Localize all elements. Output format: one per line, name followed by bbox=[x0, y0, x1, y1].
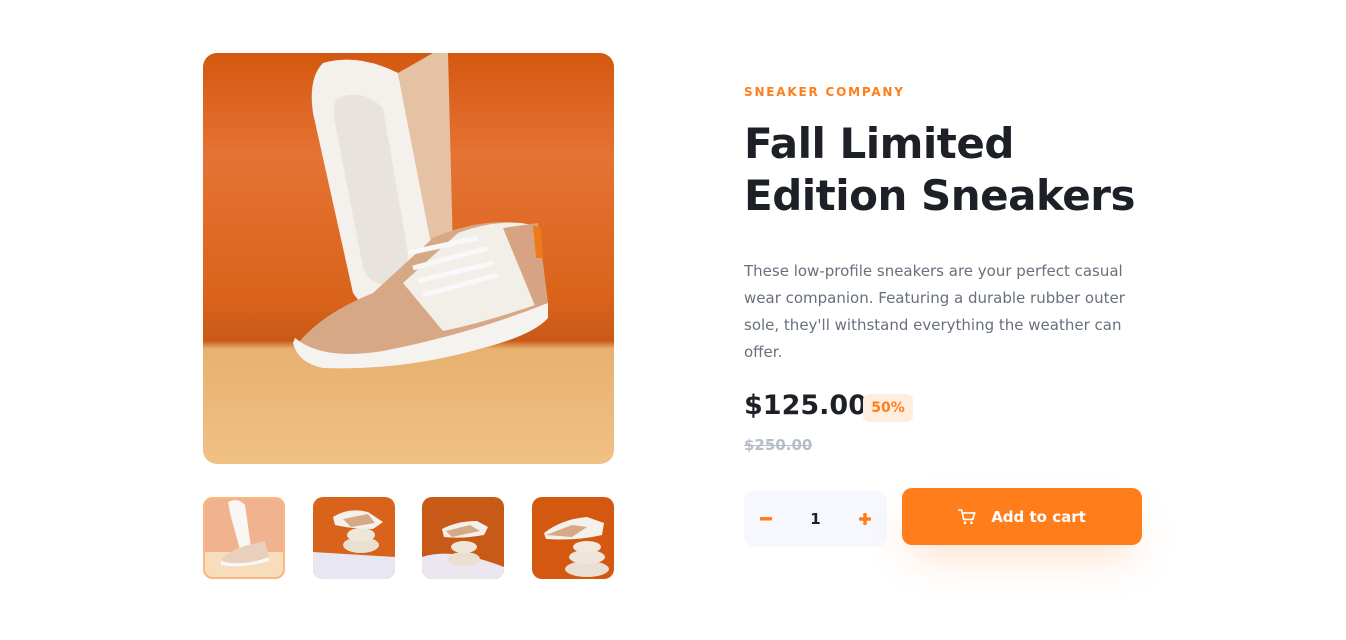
increase-quantity-button[interactable] bbox=[843, 491, 887, 547]
sneaker-image bbox=[293, 53, 548, 369]
original-price: $250.00 bbox=[744, 436, 813, 454]
thumbnail-3[interactable] bbox=[422, 497, 504, 579]
product-title: Fall Limited Edition Sneakers bbox=[744, 119, 1135, 220]
minus-icon bbox=[760, 517, 772, 521]
current-price: $125.00 bbox=[744, 390, 867, 421]
add-to-cart-label: Add to cart bbox=[991, 507, 1086, 526]
thumbnail-gallery bbox=[203, 497, 614, 579]
main-product-image[interactable] bbox=[203, 53, 614, 464]
discount-badge: 50% bbox=[863, 394, 913, 422]
quantity-stepper: 1 bbox=[744, 491, 887, 547]
cart-icon bbox=[958, 508, 976, 524]
decrease-quantity-button[interactable] bbox=[744, 491, 788, 547]
add-to-cart-button[interactable]: Add to cart bbox=[902, 488, 1142, 545]
plus-icon bbox=[859, 513, 871, 525]
thumbnail-2[interactable] bbox=[313, 497, 395, 579]
company-name: SNEAKER COMPANY bbox=[744, 85, 905, 99]
quantity-value[interactable]: 1 bbox=[788, 491, 843, 547]
thumbnail-1[interactable] bbox=[203, 497, 285, 579]
product-description: These low-profile sneakers are your perf… bbox=[744, 262, 1125, 361]
thumbnail-4[interactable] bbox=[532, 497, 614, 579]
